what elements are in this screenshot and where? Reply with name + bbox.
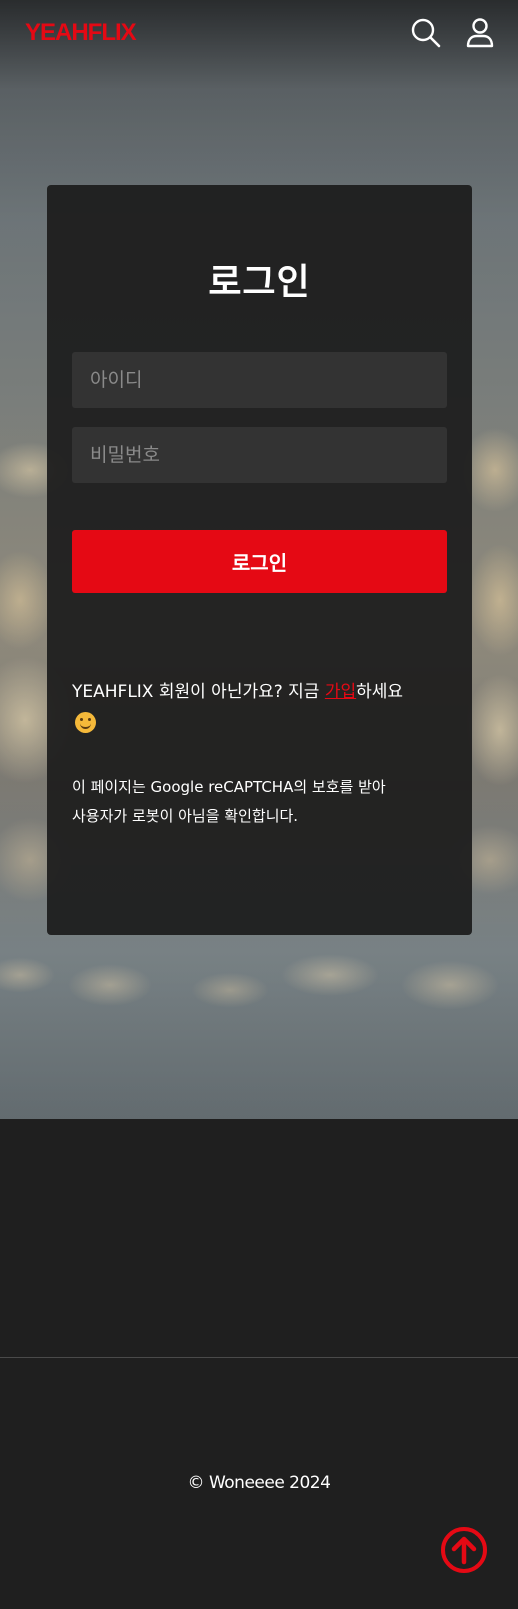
user-button[interactable] (464, 17, 496, 49)
search-icon (411, 18, 441, 48)
user-icon (466, 18, 494, 48)
password-input[interactable] (72, 427, 447, 483)
signup-prompt: YEAHFLIX 회원이 아닌가요? 지금 가입하세요 (72, 677, 447, 737)
login-button[interactable]: 로그인 (72, 530, 447, 593)
arrow-up-circle-icon (441, 1527, 487, 1573)
smile-emoji-icon (75, 711, 96, 733)
site-logo[interactable]: YEAHFLIX (25, 19, 137, 47)
scroll-to-top-button[interactable] (440, 1526, 488, 1574)
top-navigation: YEAHFLIX (0, 0, 518, 66)
login-card: 로그인 로그인 YEAHFLIX 회원이 아닌가요? 지금 가입하세요 이 페이… (47, 185, 472, 935)
signup-link[interactable]: 가입 (325, 682, 356, 702)
login-title: 로그인 (208, 262, 311, 303)
id-input[interactable] (72, 352, 447, 408)
search-button[interactable] (410, 17, 442, 49)
footer-divider (0, 1357, 518, 1358)
recaptcha-notice: 이 페이지는 Google reCAPTCHA의 보호를 받아 사용자가 로봇이 … (72, 778, 386, 825)
copyright-text: © Woneeee 2024 (187, 1473, 331, 1493)
